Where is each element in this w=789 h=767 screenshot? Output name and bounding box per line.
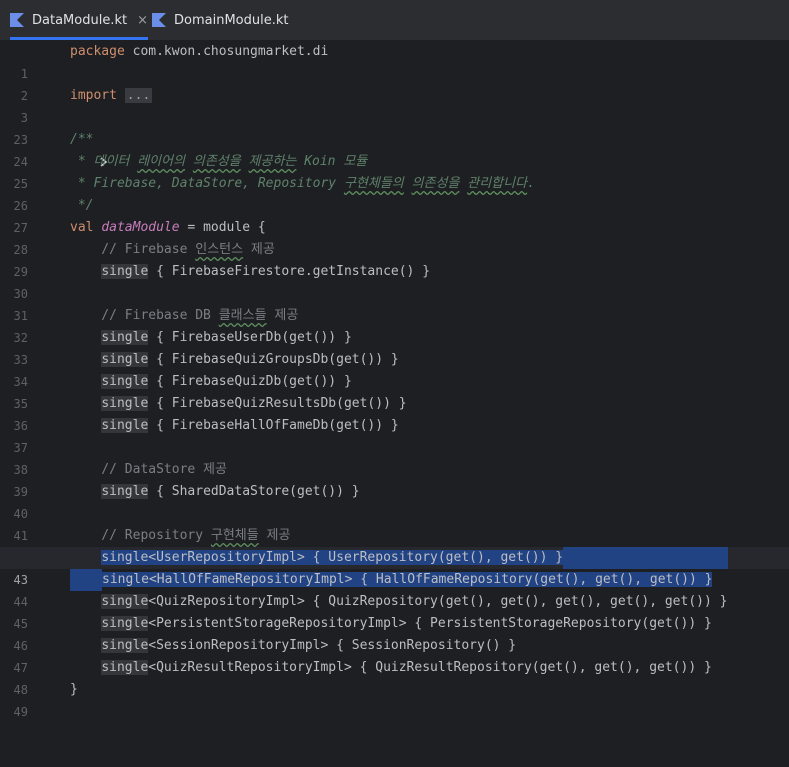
code-line[interactable]: 36 single { FirebaseQuizResultsDb(get())… xyxy=(0,393,789,433)
code-line[interactable]: 23 xyxy=(0,107,789,147)
code-line[interactable]: 42 // Repository 구현체들 제공 xyxy=(0,525,789,565)
doc-comment: */ xyxy=(70,198,94,213)
doc-comment: /** xyxy=(70,132,94,147)
code-line[interactable]: 45 single<QuizRepositoryImpl> { QuizRepo… xyxy=(0,591,789,631)
selected-code[interactable]: single<UserRepositoryImpl> { UserReposit… xyxy=(101,550,564,565)
code-line[interactable]: 37 single { FirebaseHallOfFameDb(get()) … xyxy=(0,415,789,455)
close-icon[interactable]: × xyxy=(137,13,148,28)
tab-domainmodule[interactable]: DomainModule.kt xyxy=(152,0,288,40)
code-line[interactable]: 38 xyxy=(0,437,789,477)
folded-imports[interactable]: ... xyxy=(124,88,153,103)
code-line[interactable]: 44 single<HallOfFameRepositoryImpl> { Ha… xyxy=(0,569,789,609)
doc-comment: * Firebase, DataStore, Repository 구현체들의 … xyxy=(70,176,535,191)
line-comment: // Repository 구현체들 제공 xyxy=(70,528,291,543)
single-call: single xyxy=(101,638,149,653)
code-line[interactable]: 1 package com.kwon.chosungmarket.di xyxy=(0,41,789,81)
keyword: import xyxy=(70,88,117,103)
code-line[interactable]: 26 * Firebase, DataStore, Repository 구현체… xyxy=(0,173,789,213)
code-line[interactable]: 46 single<PersistentStorageRepositoryImp… xyxy=(0,613,789,653)
kotlin-file-icon xyxy=(10,13,24,27)
code-line[interactable]: 41 xyxy=(0,503,789,543)
doc-comment: * 데이터 레이어의 의존성을 제공하는 Koin 모듈 xyxy=(70,154,368,169)
code-line[interactable]: 31 xyxy=(0,283,789,323)
single-call: single xyxy=(101,330,149,345)
single-call: single xyxy=(101,660,149,675)
code-line[interactable]: 2 xyxy=(0,63,789,103)
single-call: single xyxy=(101,352,149,367)
code-line[interactable]: 48 single<QuizResultRepositoryImpl> { Qu… xyxy=(0,657,789,697)
code-line[interactable]: 33 single { FirebaseUserDb(get()) } xyxy=(0,327,789,367)
single-call: single xyxy=(101,418,149,433)
keyword: package xyxy=(70,44,125,59)
code-line[interactable]: 28 val dataModule = module { xyxy=(0,217,789,257)
single-call: single xyxy=(101,396,149,411)
code-line[interactable]: 32 // Firebase DB 클래스들 제공 xyxy=(0,305,789,345)
line-comment: // DataStore 제공 xyxy=(70,462,227,477)
code-line[interactable]: 47 single<SessionRepositoryImpl> { Sessi… xyxy=(0,635,789,675)
editor-tab-bar: DataModule.kt × DomainModule.kt xyxy=(0,0,789,41)
line-number: 49 xyxy=(13,705,28,719)
line-comment: // Firebase 인스턴스 제공 xyxy=(70,242,275,257)
module-name: dataModule xyxy=(101,220,180,235)
code-line[interactable]: 49 } xyxy=(0,679,789,719)
code-line[interactable]: 27 */ xyxy=(0,195,789,235)
code-editor[interactable]: 1 package com.kwon.chosungmarket.di 2 3 … xyxy=(0,40,789,719)
code-line[interactable]: 25 * 데이터 레이어의 의존성을 제공하는 Koin 모듈 xyxy=(0,151,789,191)
closing-brace: } xyxy=(70,682,78,697)
single-call: single xyxy=(101,374,149,389)
package-name: com.kwon.chosungmarket.di xyxy=(124,44,329,59)
single-call: single xyxy=(101,484,149,499)
code-line[interactable]: 40 single { SharedDataStore(get()) } xyxy=(0,481,789,521)
code-line[interactable]: 35 single { FirebaseQuizDb(get()) } xyxy=(0,371,789,411)
code-line[interactable]: 30 single { FirebaseFirestore.getInstanc… xyxy=(0,261,789,301)
kotlin-file-icon xyxy=(152,13,166,27)
code-line[interactable]: 24 /** xyxy=(0,129,789,169)
line-comment: // Firebase DB 클래스들 제공 xyxy=(70,308,299,323)
code-line[interactable]: 39 // DataStore 제공 xyxy=(0,459,789,499)
code-line[interactable]: 29 // Firebase 인스턴스 제공 xyxy=(0,239,789,279)
single-call: single xyxy=(101,264,149,279)
tab-label: DataModule.kt xyxy=(32,12,128,28)
code-line-current[interactable]: 43 single<UserRepositoryImpl> { UserRepo… xyxy=(0,547,789,587)
code-line[interactable]: 34 single { FirebaseQuizGroupsDb(get()) … xyxy=(0,349,789,389)
tab-label: DomainModule.kt xyxy=(174,12,289,28)
single-call: single xyxy=(101,594,149,609)
code-line[interactable]: 3 import ... xyxy=(0,85,789,167)
tab-datamodule[interactable]: DataModule.kt × xyxy=(10,0,148,40)
selected-code[interactable]: single<HallOfFameRepositoryImpl> { HallO… xyxy=(102,572,713,587)
single-call: single xyxy=(101,616,149,631)
keyword: val xyxy=(70,220,94,235)
